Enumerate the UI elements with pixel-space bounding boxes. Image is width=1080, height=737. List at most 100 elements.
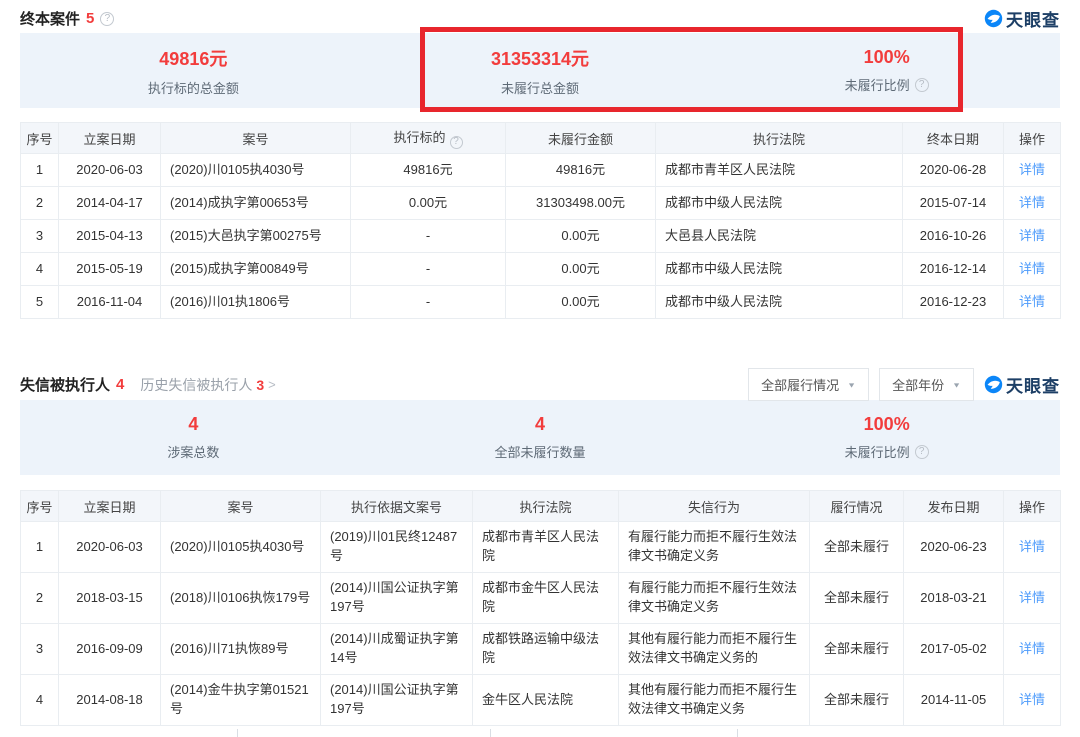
detail-link[interactable]: 详情	[1019, 590, 1045, 605]
tianyancha-logo: 天眼查	[984, 6, 1060, 31]
dishonest-persons-table: 序号立案日期案号执行依据文案号执行法院失信行为履行情况发布日期操作12020-0…	[20, 490, 1061, 726]
table-cell: (2020)川0105执4030号	[170, 539, 304, 554]
table-cell: (2019)川01民终12487号	[330, 529, 457, 563]
page: 终本案件 5 ? 天眼查 49816元 执行标的总金额 31353314元 未履…	[0, 0, 1080, 737]
table-cell: (2014)川国公证执字第197号	[330, 682, 459, 716]
stat-label: 执行标的总金额	[148, 78, 239, 97]
column-header: 终本日期	[903, 123, 1004, 154]
table-cell: 其他有履行能力而拒不履行生效法律文书确定义务	[628, 682, 797, 716]
detail-link[interactable]: 详情	[1019, 261, 1045, 276]
help-icon[interactable]: ?	[915, 78, 929, 92]
column-header-label: 履行情况	[830, 500, 882, 515]
table-cell: 0.00元	[409, 195, 447, 210]
column-header: 案号	[161, 491, 321, 522]
final-cases-table: 序号立案日期案号执行标的?未履行金额执行法院终本日期操作12020-06-03(…	[20, 122, 1061, 319]
table-cell: -	[426, 294, 430, 309]
column-header-label: 终本日期	[927, 132, 979, 147]
stat-label: 未履行比例	[845, 75, 910, 94]
column-header-label: 操作	[1019, 500, 1045, 515]
table-cell: 2	[36, 195, 43, 210]
stat-unfulfilled-total: 31353314元 未履行总金额	[367, 45, 714, 97]
table-cell: 有履行能力而拒不履行生效法律文书确定义务	[628, 529, 797, 563]
tianyancha-logo-text: 天眼查	[1006, 372, 1060, 397]
detail-link[interactable]: 详情	[1019, 195, 1045, 210]
table-cell: 全部未履行	[824, 539, 889, 554]
detail-link[interactable]: 详情	[1019, 692, 1045, 707]
chevron-right-icon: >	[268, 377, 276, 392]
section2-header: 失信被执行人 4 历史失信被执行人 3 > 全部履行情况 ▼ 全部年份 ▼	[0, 365, 1080, 397]
table-cell: (2016)川01执1806号	[170, 294, 290, 309]
column-header: 案号	[161, 123, 351, 154]
column-header-label: 案号	[227, 500, 253, 515]
table-cell: 3	[36, 228, 43, 243]
table-cell: (2015)成执字第00849号	[170, 261, 309, 276]
table-cell: 31303498.00元	[536, 195, 625, 210]
table-cell: 2014-04-17	[76, 195, 143, 210]
column-header-label: 序号	[26, 500, 52, 515]
history-link-label: 历史失信被执行人	[140, 375, 252, 395]
partial-divider	[490, 729, 491, 737]
table-cell: (2014)川国公证执字第197号	[330, 580, 459, 614]
column-header: 立案日期	[59, 123, 161, 154]
table-cell: 2016-11-04	[77, 294, 143, 309]
partial-divider	[737, 729, 738, 737]
table-cell: 2018-03-15	[76, 590, 143, 605]
table-cell: 2017-05-02	[920, 641, 987, 656]
stat-unfulfilled-ratio: 100% 未履行比例 ?	[713, 47, 1060, 94]
table-row: 1 2020-06-03 (2020)川0105执4030号 (2019)川01民终1…	[21, 522, 1061, 573]
stat-value: 49816元	[20, 45, 367, 71]
history-link-count: 3	[256, 377, 264, 393]
table-row: 2 2014-04-17 (2014)成执字第00653号 0.00元 31303498…	[21, 187, 1061, 220]
table-cell: 5	[36, 294, 43, 309]
detail-link[interactable]: 详情	[1019, 539, 1045, 554]
filter-year-dropdown[interactable]: 全部年份 ▼	[879, 368, 974, 401]
table-cell: 2018-03-21	[920, 590, 987, 605]
column-header: 执行标的?	[351, 123, 506, 154]
table-cell: (2020)川0105执4030号	[170, 162, 304, 177]
stat-value: 100%	[713, 47, 1060, 68]
column-header-label: 立案日期	[83, 132, 135, 147]
table-cell: 2016-09-09	[76, 641, 143, 656]
history-dishonest-link[interactable]: 历史失信被执行人 3 >	[140, 375, 275, 395]
table-cell: 0.00元	[561, 261, 599, 276]
filter-year-label: 全部年份	[892, 375, 944, 394]
table-cell: 成都市中级人民法院	[665, 294, 782, 309]
column-header: 执行法院	[656, 123, 903, 154]
table-row: 12020-06-03(2020)川0105执4030号49816元49816元…	[21, 154, 1061, 187]
help-icon[interactable]: ?	[915, 445, 929, 459]
table-cell: 成都市金牛区人民法院	[482, 580, 599, 614]
table-cell: 金牛区人民法院	[482, 692, 573, 707]
table-cell: (2014)成执字第00653号	[170, 195, 309, 210]
stat-unfulfilled-ratio: 100% 未履行比例 ?	[713, 414, 1060, 461]
detail-link[interactable]: 详情	[1019, 162, 1045, 177]
column-header: 执行依据文案号	[321, 491, 473, 522]
tianyancha-logo-icon	[984, 9, 1003, 28]
column-header-label: 执行法院	[753, 132, 805, 147]
table-cell: 2020-06-03	[76, 539, 143, 554]
detail-link[interactable]: 详情	[1019, 641, 1045, 656]
detail-link[interactable]: 详情	[1019, 294, 1045, 309]
table-cell: 49816元	[403, 162, 452, 177]
detail-link[interactable]: 详情	[1019, 228, 1045, 243]
table-cell: 2016-12-23	[920, 294, 987, 309]
table-cell: 有履行能力而拒不履行生效法律文书确定义务	[628, 580, 797, 614]
table-row: 22018-03-15(2018)川0106执恢179号(2014)川国公证执字…	[21, 573, 1061, 624]
column-header-label: 立案日期	[83, 500, 135, 515]
section1-summary-band: 49816元 执行标的总金额 31353314元 未履行总金额 100% 未履行…	[20, 33, 1060, 108]
stat-value: 4	[20, 414, 367, 435]
table-row: 42014-08-18(2014)金牛执字第01521号(2014)川国公证执字…	[21, 675, 1061, 726]
table-cell: (2016)川71执恢89号	[170, 641, 289, 656]
column-header-label: 案号	[242, 132, 268, 147]
table-cell: 4	[36, 261, 43, 276]
table-cell: 1	[36, 539, 43, 554]
help-icon[interactable]: ?	[100, 12, 114, 26]
filter-performance-dropdown[interactable]: 全部履行情况 ▼	[748, 368, 869, 401]
table-cell: 2020-06-28	[920, 162, 987, 177]
table-cell: (2014)川成蜀证执字第14号	[330, 631, 459, 665]
table-cell: 成都市中级人民法院	[665, 261, 782, 276]
table-cell: 2020-06-23	[920, 539, 987, 554]
column-header-label: 未履行金额	[548, 132, 613, 147]
table-cell: (2014)金牛执字第01521号	[170, 682, 309, 716]
help-icon[interactable]: ?	[450, 136, 463, 149]
table-cell: 成都市中级人民法院	[665, 195, 782, 210]
